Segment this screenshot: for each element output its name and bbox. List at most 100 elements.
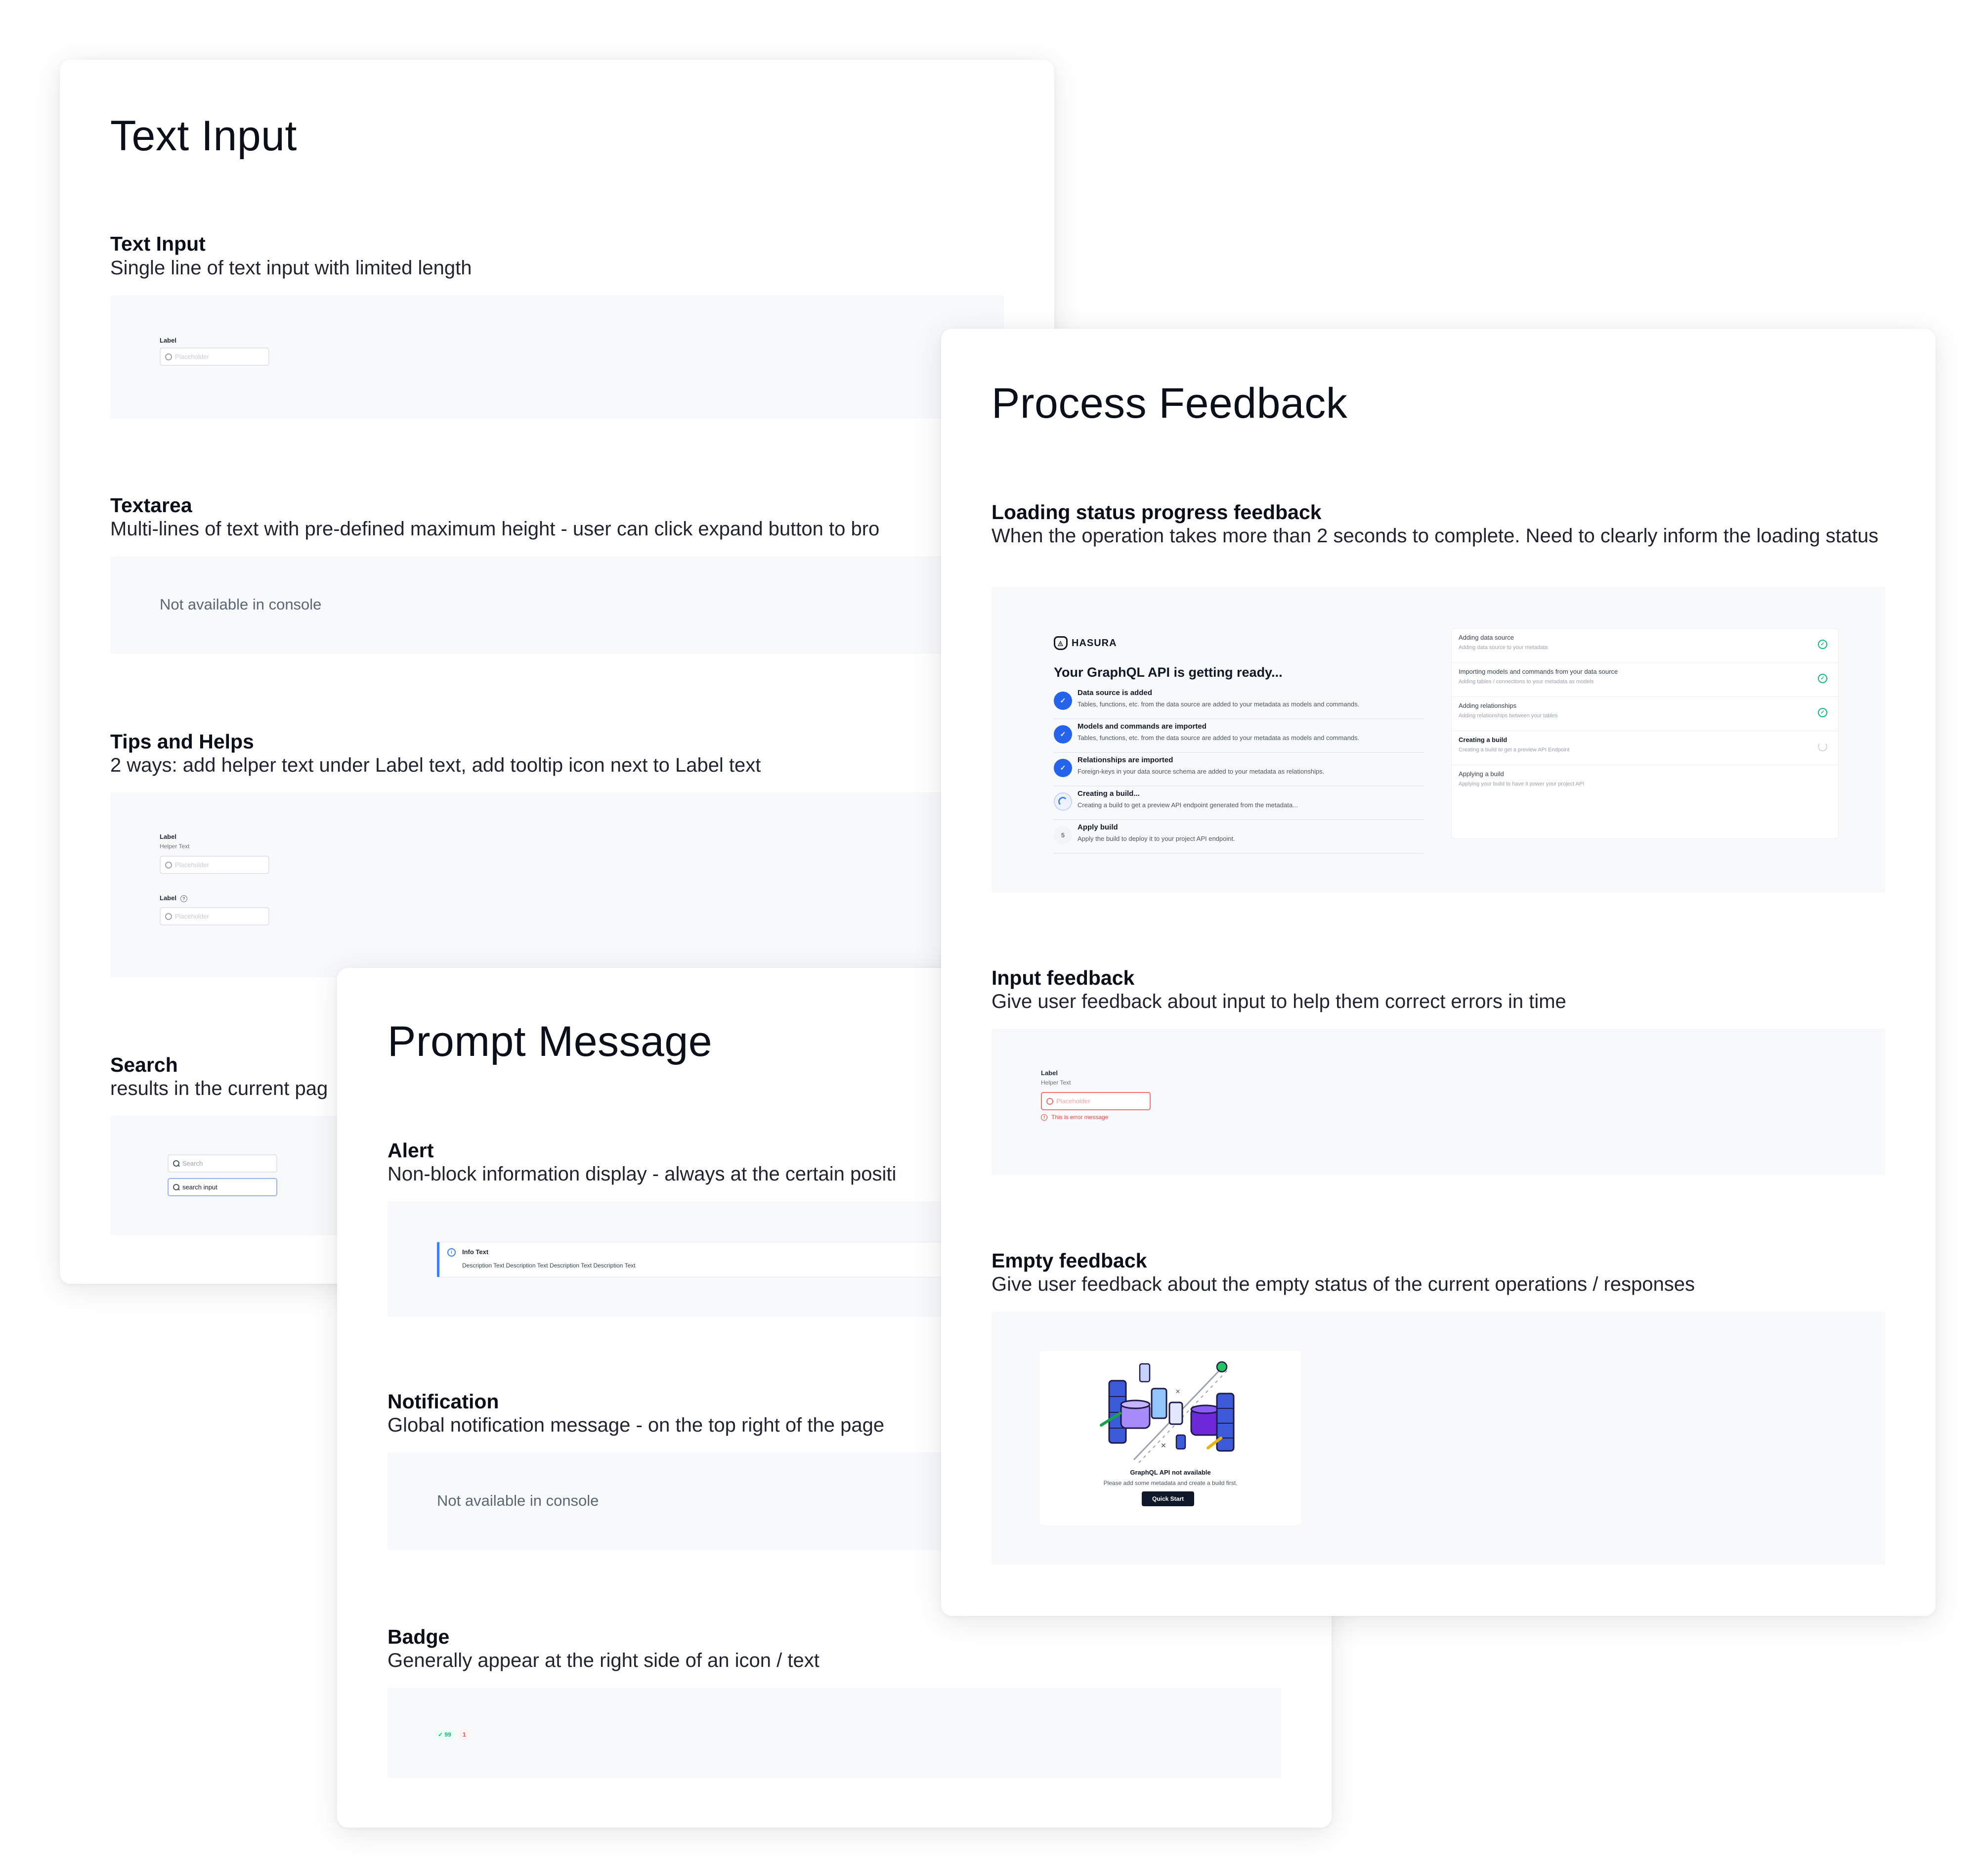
- info-icon: i: [447, 1248, 456, 1257]
- check-icon: ✓: [1054, 759, 1072, 777]
- section-title: Loading status progress feedback: [992, 501, 1322, 524]
- input-label: Label: [160, 337, 176, 344]
- input-label: Label: [160, 833, 176, 840]
- circle-icon: [165, 353, 172, 360]
- demo-panel: ✕ ✕ GraphQL API not available Please add…: [992, 1311, 1885, 1565]
- input-placeholder: Placeholder: [175, 353, 209, 360]
- check-icon: ✓: [1054, 692, 1072, 710]
- progress-step: ✓ Models and commands are imported Table…: [1054, 719, 1423, 753]
- error-icon: !: [1041, 1114, 1047, 1121]
- hasura-brand: ◬ HASURA: [1054, 636, 1117, 650]
- input-placeholder: Placeholder: [175, 861, 209, 869]
- section-desc: Generally appear at the right side of an…: [388, 1650, 819, 1671]
- success-badge: ✓ 99: [435, 1729, 454, 1740]
- section-desc: When the operation takes more than 2 sec…: [992, 525, 1879, 547]
- brand-name: HASURA: [1072, 637, 1117, 649]
- svg-text:✕: ✕: [1161, 1442, 1166, 1450]
- list-item: Adding relationships Adding relationship…: [1452, 697, 1838, 731]
- step-title: Creating a build...: [1078, 789, 1140, 798]
- card-title: Text Input: [110, 112, 297, 160]
- demo-panel: ✓ 99 1: [388, 1688, 1281, 1778]
- process-feedback-card: Process Feedback Loading status progress…: [941, 329, 1936, 1616]
- list-item: Creating a build Creating a build to get…: [1452, 731, 1838, 765]
- section-desc: Give user feedback about the empty statu…: [992, 1273, 1695, 1295]
- search-icon: [173, 1184, 179, 1190]
- circle-icon: [165, 861, 172, 869]
- section-title: Alert: [388, 1139, 434, 1162]
- step-desc: Apply the build to deploy it to your pro…: [1078, 835, 1235, 842]
- input-label: Label: [1041, 1069, 1058, 1077]
- alert-title: Info Text: [462, 1248, 489, 1256]
- search-placeholder: Search: [182, 1160, 203, 1167]
- check-circle-icon: ✓: [1818, 708, 1827, 717]
- error-text-input[interactable]: Placeholder: [1041, 1092, 1151, 1110]
- circle-icon: [1046, 1097, 1053, 1105]
- section-desc: Multi-lines of text with pre-defined max…: [110, 518, 880, 540]
- section-title: Text Input: [110, 232, 206, 255]
- step-title: Relationships are imported: [1078, 756, 1173, 764]
- section-desc: 2 ways: add helper text under Label text…: [110, 754, 761, 776]
- list-item: Applying a build Applying your build to …: [1452, 765, 1838, 799]
- step-desc: Creating a build to get a preview API en…: [1078, 801, 1298, 809]
- progress-step: ✓ Data source is added Tables, functions…: [1054, 686, 1423, 719]
- section-desc: Give user feedback about input to help t…: [992, 991, 1566, 1012]
- not-available-text: Not available in console: [160, 596, 322, 613]
- section-desc: Non-block information display - always a…: [388, 1163, 897, 1185]
- text-input-with-tooltip[interactable]: Placeholder: [160, 907, 269, 925]
- search-input[interactable]: Search: [168, 1154, 277, 1173]
- spinner-icon: [1054, 792, 1072, 811]
- empty-title: GraphQL API not available: [1130, 1469, 1211, 1476]
- circle-icon: [165, 913, 172, 920]
- step-desc: Foreign-keys in your data source schema …: [1078, 768, 1325, 775]
- spinner-icon: [1818, 742, 1827, 751]
- item-desc: Applying your build to have it power you…: [1459, 781, 1585, 787]
- input-label: Label: [160, 894, 176, 902]
- help-tooltip-icon[interactable]: ?: [180, 895, 187, 902]
- item-desc: Adding relationships between your tables: [1459, 713, 1558, 719]
- section-title: Input feedback: [992, 966, 1135, 989]
- section-title: Search: [110, 1053, 178, 1076]
- not-available-text: Not available in console: [437, 1492, 599, 1509]
- list-item: Importing models and commands from your …: [1452, 663, 1838, 697]
- helper-text: Helper Text: [1041, 1079, 1071, 1086]
- helper-text: Helper Text: [160, 843, 190, 850]
- list-item: Adding data source Adding data source to…: [1452, 629, 1838, 663]
- section-desc: Single line of text input with limited l…: [110, 257, 472, 279]
- step-desc: Tables, functions, etc. from the data so…: [1078, 734, 1360, 742]
- section-title: Empty feedback: [992, 1249, 1147, 1272]
- item-title: Applying a build: [1459, 770, 1504, 778]
- loading-heading: Your GraphQL API is getting ready...: [1054, 665, 1283, 680]
- input-label-with-tooltip: Label?: [160, 894, 187, 902]
- step-desc: Tables, functions, etc. from the data so…: [1078, 700, 1360, 708]
- quick-start-button[interactable]: Quick Start: [1142, 1491, 1194, 1506]
- item-title: Adding relationships: [1459, 702, 1517, 709]
- search-icon: [173, 1160, 179, 1167]
- step-number: 5: [1054, 826, 1072, 844]
- section-desc: Global notification message - on the top…: [388, 1414, 885, 1436]
- card-title: Process Feedback: [992, 380, 1348, 427]
- search-value: search input: [182, 1183, 217, 1191]
- item-title: Adding data source: [1459, 634, 1514, 641]
- progress-step: 5 Apply build Apply the build to deploy …: [1054, 820, 1423, 854]
- alert-description: Description Text Description Text Descri…: [462, 1262, 636, 1269]
- check-circle-icon: ✓: [1818, 640, 1827, 649]
- check-circle-icon: ✓: [1818, 674, 1827, 683]
- item-desc: Creating a build to get a preview API En…: [1459, 747, 1570, 753]
- section-desc: results in the current pag: [110, 1078, 328, 1099]
- error-text: This is error message: [1051, 1114, 1109, 1121]
- input-placeholder: Placeholder: [175, 913, 209, 920]
- demo-panel: ◬ HASURA Your GraphQL API is getting rea…: [992, 587, 1885, 892]
- empty-state: ✕ ✕ GraphQL API not available Please add…: [1040, 1351, 1301, 1525]
- item-title: Importing models and commands from your …: [1459, 668, 1618, 675]
- svg-text:✕: ✕: [1175, 1388, 1180, 1395]
- error-message: ! This is error message: [1041, 1114, 1108, 1121]
- section-title: Textarea: [110, 494, 192, 517]
- text-input-with-helper[interactable]: Placeholder: [160, 856, 269, 874]
- search-input-active[interactable]: search input: [168, 1178, 277, 1196]
- text-input[interactable]: Placeholder: [160, 348, 269, 366]
- check-icon: ✓: [1054, 725, 1072, 743]
- empty-illustration: ✕ ✕: [1100, 1361, 1235, 1463]
- progress-list: Adding data source Adding data source to…: [1451, 628, 1839, 839]
- step-title: Data source is added: [1078, 689, 1152, 697]
- section-title: Tips and Helps: [110, 730, 254, 753]
